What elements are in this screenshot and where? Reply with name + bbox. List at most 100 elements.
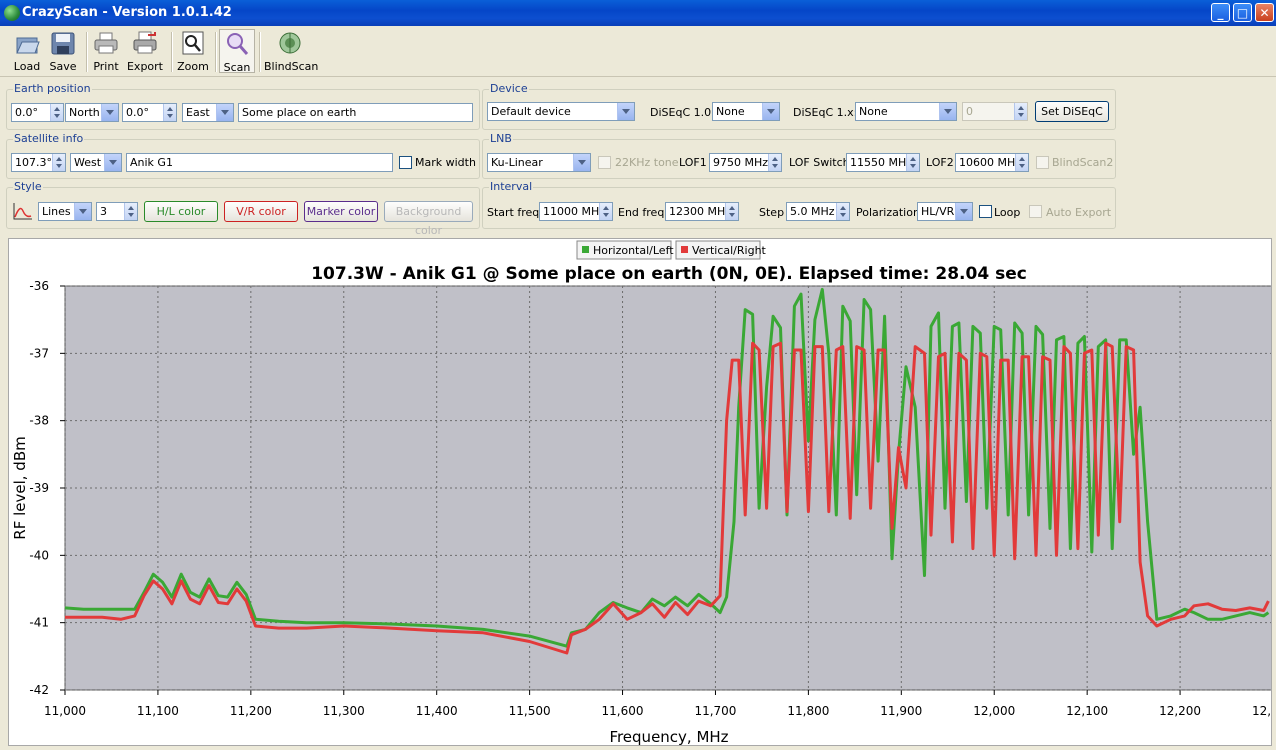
legend-label-vertical: Vertical/Right (692, 244, 767, 257)
lof-switch-label: LOF Switch (789, 156, 850, 169)
lnb-title: LNB (489, 132, 513, 145)
spectrum-chart-panel: 11,000 11,100 11,200 11,300 11,400 11,500 11,6… (8, 238, 1276, 746)
export-button[interactable]: Export (126, 29, 164, 73)
toolbar-separator (215, 32, 217, 72)
mark-width-label: Mark width (415, 156, 476, 169)
latitude-spinbox[interactable]: 0.0° (11, 103, 64, 122)
longitude-direction-select[interactable]: East (182, 103, 234, 122)
blindscan-button[interactable]: BlindScan (264, 29, 319, 73)
lof1-label: LOF1 (679, 156, 707, 169)
satellite-direction-select[interactable]: West (70, 153, 122, 172)
lnb-type-select[interactable]: Ku-Linear (487, 153, 591, 172)
x-tick-label: 12,000 (973, 704, 1015, 718)
plot-style-select[interactable]: Lines (38, 202, 92, 221)
x-tick-label: 11,600 (602, 704, 644, 718)
y-tick-label: -37 (29, 346, 49, 360)
spectrum-chart[interactable]: 11,000 11,100 11,200 11,300 11,400 11,500 11,6… (9, 239, 1276, 746)
toolbar-separator (171, 32, 173, 72)
x-tick-label: 12,200 (1159, 704, 1201, 718)
x-tick-label: 11,700 (694, 704, 736, 718)
lof-switch-spinbox[interactable]: 11550 MHz (846, 153, 920, 172)
diseqc-value-spinbox[interactable]: 0 (962, 102, 1028, 121)
blindscan-label: BlindScan (264, 60, 319, 73)
device-group: Device Default device DiSEqC 1.0: None D… (482, 82, 1116, 130)
x-tick-label: 11,300 (323, 704, 365, 718)
style-title: Style (13, 180, 43, 193)
toolbar-separator (86, 32, 88, 72)
maximize-button[interactable]: □ (1233, 3, 1252, 22)
background-color-button[interactable]: Background color (384, 201, 473, 237)
line-width-spinbox[interactable]: 3 (96, 202, 138, 221)
folder-open-icon (14, 31, 40, 55)
title-bar: CrazyScan - Version 1.0.1.42 _ □ ✕ (0, 0, 1276, 26)
end-freq-label: End freq (618, 206, 665, 219)
diseqc1x-label: DiSEqC 1.x: (793, 106, 858, 119)
start-freq-spinbox[interactable]: 11000 MHz (539, 202, 613, 221)
save-label: Save (49, 60, 77, 73)
toolbar: Load Save Print Export Zoom Scan BlindSc… (0, 26, 1276, 77)
latitude-direction-select[interactable]: North (65, 103, 119, 122)
x-tick-label: 11,000 (44, 704, 86, 718)
end-freq-spinbox[interactable]: 12300 MHz (665, 202, 739, 221)
style-group: Style Lines 3 H/L color V/R color Marker… (6, 180, 480, 237)
blindscan2-checkbox[interactable] (1036, 156, 1049, 169)
x-tick-label: 11,200 (230, 704, 272, 718)
x-tick-label: 11,100 (137, 704, 179, 718)
diseqc10-select[interactable]: None (712, 102, 780, 121)
lof1-spinbox[interactable]: 9750 MHz (709, 153, 782, 172)
blindscan2-label: BlindScan2 (1052, 156, 1114, 169)
minimize-button[interactable]: _ (1211, 3, 1230, 22)
longitude-spinbox[interactable]: 0.0° (122, 103, 177, 122)
load-label: Load (13, 60, 41, 73)
load-button[interactable]: Load (10, 29, 44, 73)
loop-label: Loop (994, 206, 1021, 219)
scan-button[interactable]: Scan (219, 29, 255, 74)
scan-magnifier-icon (224, 32, 250, 56)
y-tick-label: -41 (29, 616, 49, 630)
loop-checkbox[interactable] (979, 205, 992, 218)
polarization-select[interactable]: HL/VR (917, 202, 973, 221)
legend-label-horizontal: Horizontal/Left (593, 244, 674, 257)
satellite-position-spinbox[interactable]: 107.3° (11, 153, 66, 172)
zoom-magnifier-icon (180, 31, 206, 55)
y-tick-label: -38 (29, 414, 49, 428)
step-spinbox[interactable]: 5.0 MHz (786, 202, 850, 221)
lnb-group: LNB Ku-Linear 22KHz tone LOF1 9750 MHz L… (482, 132, 1116, 179)
legend-swatch-vertical (681, 246, 688, 253)
print-label: Print (93, 60, 119, 73)
marker-color-button[interactable]: Marker color (304, 201, 378, 222)
legend-swatch-horizontal (582, 246, 589, 253)
auto-export-label: Auto Export (1046, 206, 1112, 219)
x-tick-label: 11,400 (416, 704, 458, 718)
y-axis-label: RF level, dBm (11, 436, 29, 539)
device-select[interactable]: Default device (487, 102, 635, 121)
x-tick-label: 11,800 (787, 704, 829, 718)
satellite-name-input[interactable]: Anik G1 (126, 153, 393, 172)
lof2-spinbox[interactable]: 10600 MHz (955, 153, 1029, 172)
print-button[interactable]: Print (90, 29, 122, 73)
x-tick-label: 11,900 (880, 704, 922, 718)
set-diseqc-button[interactable]: Set DiSEqC (1035, 101, 1109, 122)
zoom-button[interactable]: Zoom (176, 29, 210, 73)
place-name-input[interactable]: Some place on earth (238, 103, 473, 122)
vr-color-button[interactable]: V/R color (224, 201, 298, 222)
earth-position-title: Earth position (13, 82, 92, 95)
hl-color-button[interactable]: H/L color (144, 201, 218, 222)
diseqc1x-select[interactable]: None (855, 102, 957, 121)
x-tick-label: 12,100 (1066, 704, 1108, 718)
step-label: Step (759, 206, 785, 219)
satellite-info-group: Satellite info 107.3° West Anik G1 Mark … (6, 132, 480, 179)
close-button[interactable]: ✕ (1255, 3, 1274, 22)
save-button[interactable]: Save (46, 29, 80, 73)
window-title: CrazyScan - Version 1.0.1.42 (22, 5, 232, 20)
toolbar-separator (259, 32, 261, 72)
y-tick-label: -40 (29, 548, 49, 562)
auto-export-checkbox[interactable] (1029, 205, 1042, 218)
mark-width-checkbox[interactable] (399, 156, 412, 169)
x-axis-label: Frequency, MHz (609, 728, 728, 745)
satellite-dish-icon (277, 31, 303, 55)
lof2-label: LOF2 (926, 156, 954, 169)
app-icon (4, 5, 20, 21)
printer-icon (93, 31, 119, 55)
tone-22khz-checkbox[interactable] (598, 156, 611, 169)
